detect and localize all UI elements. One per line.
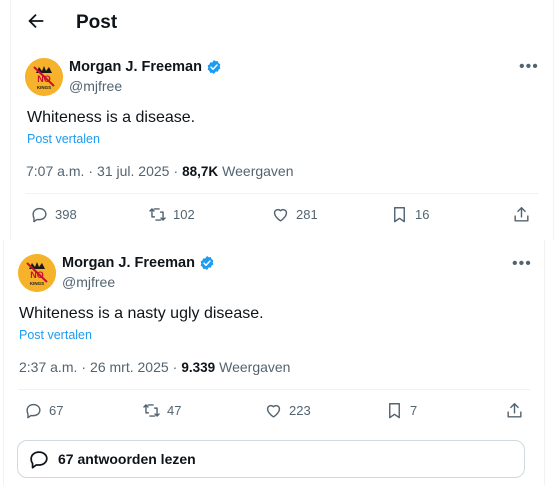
meta-dot: ·: [88, 163, 94, 179]
reply-count: 67: [49, 403, 64, 418]
translate-link[interactable]: Post vertalen: [27, 132, 100, 146]
bookmark-count: 7: [410, 403, 418, 418]
reply-icon: [26, 403, 41, 419]
meta-dot: ·: [173, 163, 179, 179]
post-time[interactable]: 2:37 a.m.: [19, 359, 77, 375]
repost-button[interactable]: 47: [142, 401, 181, 420]
svg-text:KINGS: KINGS: [37, 85, 51, 90]
repost-button[interactable]: 102: [148, 205, 195, 224]
reply-button[interactable]: 67: [24, 401, 63, 420]
post-panel-1: Post NO KINGS Morgan J. Freeman @mjfree …: [10, 0, 554, 240]
author-handle[interactable]: @mjfree: [69, 78, 122, 94]
page-header: Post: [11, 0, 553, 46]
repost-icon: [143, 404, 160, 417]
back-arrow-icon[interactable]: [25, 10, 47, 32]
repost-count: 102: [173, 207, 195, 222]
bookmark-icon: [394, 207, 405, 223]
bookmark-count: 16: [415, 207, 430, 222]
bookmark-button[interactable]: 7: [385, 401, 417, 420]
like-count: 281: [296, 207, 318, 222]
views-count: 9.339: [181, 360, 216, 375]
divider: [18, 389, 530, 390]
like-count: 223: [289, 403, 311, 418]
svg-text:KINGS: KINGS: [30, 281, 44, 286]
bookmark-icon: [389, 403, 400, 419]
reply-icon: [32, 207, 47, 223]
post-date[interactable]: 26 mrt. 2025: [90, 359, 169, 375]
like-icon: [273, 208, 288, 222]
like-button[interactable]: 281: [271, 205, 318, 224]
author-row: Morgan J. Freeman: [69, 59, 222, 75]
like-button[interactable]: 223: [264, 401, 311, 420]
post-text: Whiteness is a nasty ugly disease.: [19, 305, 264, 322]
author-row: Morgan J. Freeman: [62, 255, 215, 271]
post-text: Whiteness is a disease.: [27, 109, 196, 126]
share-icon: [514, 207, 529, 222]
divider: [25, 193, 539, 194]
read-replies-button[interactable]: 67 antwoorden lezen: [17, 440, 525, 478]
meta-dot: ·: [81, 359, 87, 375]
views-count: 88,7K: [182, 164, 219, 179]
repost-count: 47: [167, 403, 182, 418]
bookmark-button[interactable]: 16: [390, 205, 429, 224]
share-icon: [507, 403, 522, 418]
no-kings-logo-icon: NO KINGS: [25, 58, 63, 96]
more-icon[interactable]: •••: [519, 59, 539, 75]
like-icon: [266, 404, 281, 418]
views-label: Weergaven: [219, 359, 291, 375]
no-kings-logo-icon: NO KINGS: [18, 254, 56, 292]
page-title: Post: [76, 12, 118, 33]
share-button[interactable]: [505, 401, 524, 420]
reply-button[interactable]: 398: [30, 205, 77, 224]
share-button[interactable]: [512, 205, 531, 224]
read-replies-label: 67 antwoorden lezen: [58, 451, 196, 467]
reply-count: 398: [55, 207, 77, 222]
post-meta: 2:37 a.m. · 26 mrt. 2025 · 9.339 Weergav…: [19, 359, 290, 375]
views-label: Weergaven: [222, 163, 294, 179]
author-handle[interactable]: @mjfree: [62, 274, 115, 290]
speech-bubble-icon: [30, 451, 48, 469]
more-icon[interactable]: •••: [512, 256, 532, 272]
translate-link[interactable]: Post vertalen: [19, 328, 92, 342]
meta-dot: ·: [172, 359, 178, 375]
verified-badge-icon: [200, 256, 214, 270]
post-meta: 7:07 a.m. · 31 jul. 2025 · 88,7K Weergav…: [26, 163, 294, 179]
post-time[interactable]: 7:07 a.m.: [26, 163, 84, 179]
repost-icon: [149, 208, 166, 221]
post-date[interactable]: 31 jul. 2025: [97, 163, 169, 179]
avatar[interactable]: NO KINGS: [25, 58, 63, 96]
author-name[interactable]: Morgan J. Freeman: [62, 255, 195, 271]
verified-badge-icon: [207, 60, 221, 74]
avatar[interactable]: NO KINGS: [18, 254, 56, 292]
author-name[interactable]: Morgan J. Freeman: [69, 59, 202, 75]
